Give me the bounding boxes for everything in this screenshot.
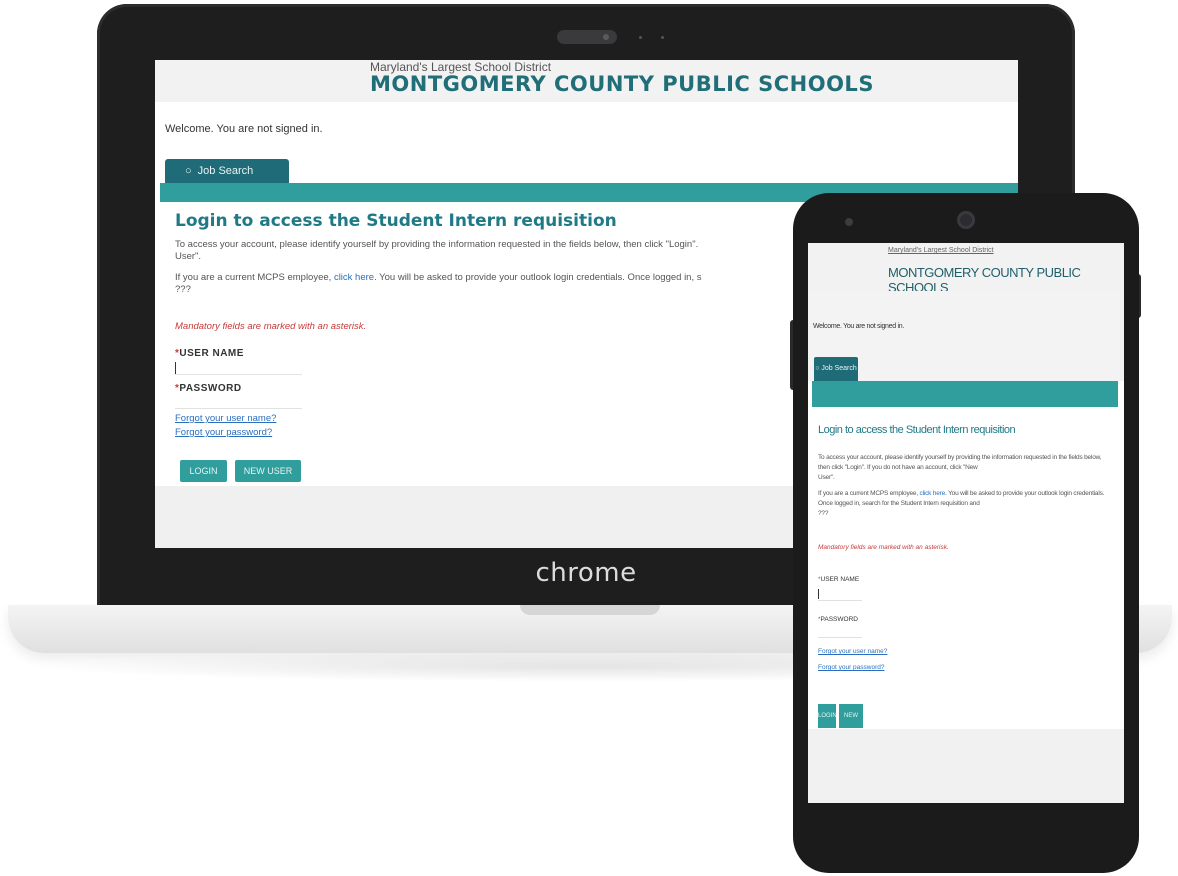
camera-sensor-dot [639, 36, 642, 39]
welcome-message: Welcome. You are not signed in. [813, 323, 904, 330]
employee-login-link[interactable]: click here [920, 490, 946, 497]
login-instructions-text: To access your account, please identify … [175, 239, 699, 250]
login-instructions: To access your account, please identify … [818, 453, 1108, 483]
search-icon: ○ [815, 365, 820, 372]
forgot-password-link[interactable]: Forgot your password? [818, 664, 884, 671]
employee-text-prefix: If you are a current MCPS employee, [818, 490, 918, 497]
login-heading: Login to access the Student Intern requi… [175, 211, 617, 231]
employee-instructions: If you are a current MCPS employee, clic… [818, 489, 1108, 519]
page-footer-area [808, 729, 1124, 803]
password-input[interactable] [175, 394, 302, 409]
username-label-text: USER NAME [179, 348, 244, 359]
search-icon: ○ [185, 165, 192, 177]
employee-text-cont: ??? [175, 284, 191, 295]
mandatory-note: Mandatory fields are marked with an aste… [175, 321, 367, 332]
new-user-button[interactable]: NEW USER [235, 460, 301, 482]
tab-bar-band [812, 381, 1118, 407]
tab-job-search[interactable]: ○ Job Search [814, 357, 858, 381]
login-instructions: To access your account, please identify … [175, 239, 825, 263]
login-button[interactable]: LOGIN [818, 704, 837, 728]
site-tagline: Maryland's Largest School District [888, 247, 994, 254]
tab-job-search[interactable]: ○ Job Search [165, 159, 289, 183]
username-input[interactable] [818, 590, 862, 601]
login-instructions-cont: User". [818, 474, 835, 481]
username-label: *USER NAME [175, 348, 244, 359]
login-button[interactable]: LOGIN [180, 460, 227, 482]
forgot-username-link[interactable]: Forgot your user name? [818, 648, 887, 655]
username-input[interactable] [175, 360, 302, 375]
text-cursor [175, 362, 176, 374]
login-heading: Login to access the Student Intern requi… [818, 424, 1016, 436]
password-label-text: PASSWORD [820, 616, 858, 623]
phone-camera-icon [845, 218, 853, 226]
username-label: *USER NAME [818, 576, 859, 583]
tab-job-search-label: Job Search [821, 365, 857, 372]
camera-sensor-dot [661, 36, 664, 39]
phone-sensor-icon [957, 211, 975, 229]
username-label-text: USER NAME [820, 576, 860, 583]
mandatory-note: Mandatory fields are marked with an aste… [818, 544, 949, 551]
forgot-username-link[interactable]: Forgot your user name? [175, 413, 276, 424]
phone-screen: Maryland's Largest School District MONTG… [808, 243, 1124, 803]
login-instructions-text: To access your account, please identify … [818, 454, 1102, 471]
password-input[interactable] [818, 627, 862, 638]
employee-login-link[interactable]: click here [334, 272, 374, 283]
new-user-button[interactable]: NEW USER [839, 704, 863, 743]
employee-text-suffix: . You will be asked to provide your outl… [374, 272, 702, 283]
forgot-password-link[interactable]: Forgot your password? [175, 427, 272, 438]
login-instructions-cont: User". [175, 251, 202, 262]
tab-job-search-label: Job Search [197, 165, 254, 177]
laptop-camera-icon [603, 34, 609, 40]
laptop-hinge-notch [520, 605, 660, 615]
employee-instructions: If you are a current MCPS employee, clic… [175, 272, 825, 296]
site-title[interactable]: MONTGOMERY COUNTY PUBLIC SCHOOLS [370, 72, 874, 96]
welcome-message: Welcome. You are not signed in. [165, 123, 323, 135]
password-label: *PASSWORD [818, 616, 858, 623]
employee-text-cont: ??? [818, 510, 829, 517]
employee-text-prefix: If you are a current MCPS employee, [175, 272, 332, 283]
password-label-text: PASSWORD [179, 383, 242, 394]
text-cursor [818, 589, 819, 599]
password-label: *PASSWORD [175, 383, 242, 394]
